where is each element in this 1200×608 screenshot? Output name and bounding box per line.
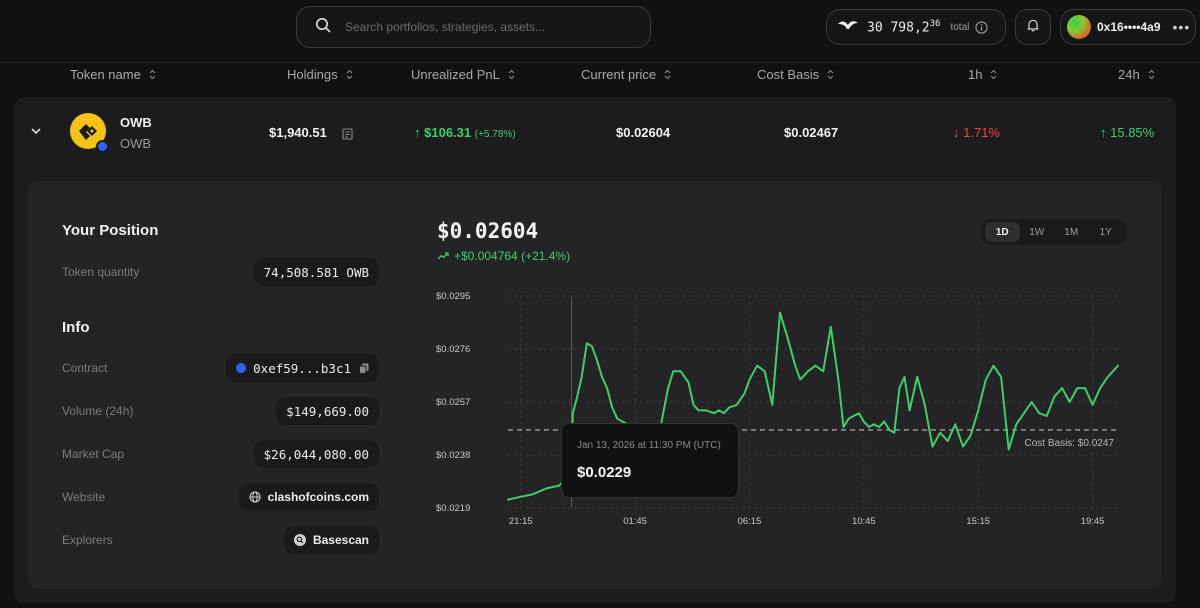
- pnl-percent: (+5.78%): [474, 129, 516, 140]
- market-cap-value: $26,044,080.00: [253, 440, 379, 468]
- y-tick-label: $0.0276: [436, 344, 470, 355]
- sort-icon: [664, 69, 671, 80]
- search-bar[interactable]: [296, 6, 651, 48]
- x-tick-label: 19:45: [1081, 516, 1105, 527]
- change-24h-value: 15.85%: [1110, 125, 1155, 140]
- bell-icon: [1026, 18, 1040, 37]
- sort-icon: [827, 69, 834, 80]
- pnl-value: $106.31: [424, 125, 472, 140]
- sort-icon: [508, 69, 515, 80]
- tab-1d[interactable]: 1D: [985, 222, 1020, 242]
- header-divider: [0, 62, 1200, 63]
- sort-icon: [990, 69, 997, 80]
- sort-icon: [346, 69, 353, 80]
- cost-basis-label: Cost Basis: $0.0247: [1025, 438, 1115, 449]
- trend-up-icon: [437, 252, 449, 260]
- tooltip-price: $0.0229: [577, 464, 632, 481]
- contract-label: Contract: [62, 361, 108, 375]
- sort-icon: [149, 69, 156, 80]
- time-range-tabs: 1D 1W 1M 1Y: [981, 219, 1127, 245]
- token-name: OWB: [120, 115, 152, 130]
- col-header-pnl[interactable]: Unrealized PnL: [411, 67, 515, 82]
- search-circle-icon: [293, 534, 306, 546]
- top-bar: 30 798,236 total 0x16••••4a9 •••: [0, 0, 1200, 60]
- col-header-24h[interactable]: 24h: [1118, 67, 1155, 82]
- col-header-holdings[interactable]: Holdings: [287, 67, 353, 82]
- avatar: [1067, 15, 1091, 39]
- y-tick-label: $0.0219: [436, 503, 470, 514]
- tab-1w[interactable]: 1W: [1020, 222, 1055, 242]
- notifications-button[interactable]: [1015, 9, 1051, 45]
- total-label: total: [950, 21, 970, 33]
- total-value: 30 798,236: [867, 18, 941, 36]
- contract-pill[interactable]: 0xef59...b3c1: [226, 354, 379, 382]
- token-symbol: OWB: [120, 136, 152, 151]
- info-title: Info: [62, 319, 90, 336]
- more-icon[interactable]: •••: [1173, 19, 1191, 35]
- arrow-up-icon: ↑: [1100, 125, 1107, 140]
- base-chain-icon: [236, 363, 247, 373]
- y-tick-label: $0.0257: [436, 397, 470, 408]
- globe-icon: [249, 491, 261, 503]
- explorers-label: Explorers: [62, 533, 113, 547]
- position-title: Your Position: [62, 222, 159, 239]
- x-tick-label: 10:45: [852, 516, 876, 527]
- wallet-button[interactable]: 0x16••••4a9 •••: [1060, 9, 1196, 45]
- token-quantity-value: 74,508.581 OWB: [253, 258, 379, 286]
- price-change: +$0.004764 (+21.4%): [437, 249, 570, 263]
- website-link[interactable]: clashofcoins.com: [238, 483, 379, 511]
- col-header-1h[interactable]: 1h: [968, 67, 997, 82]
- chart-tooltip: Jan 13, 2026 at 11:30 PM (UTC) $0.0229: [561, 423, 739, 498]
- market-cap-label: Market Cap: [62, 447, 125, 461]
- tooltip-date: Jan 13, 2026 at 11:30 PM (UTC): [577, 440, 721, 451]
- col-header-token-name[interactable]: Token name: [70, 67, 156, 82]
- price-headline: $0.02604: [437, 219, 539, 243]
- receipt-icon[interactable]: [342, 127, 353, 145]
- x-tick-label: 06:15: [738, 516, 762, 527]
- change-24h-cell: ↑ 15.85%: [1100, 125, 1154, 140]
- copy-icon[interactable]: [359, 363, 369, 374]
- volume-label: Volume (24h): [62, 404, 134, 418]
- y-tick-label: $0.0295: [436, 291, 470, 302]
- x-tick-label: 01:45: [623, 516, 647, 527]
- cost-basis-value: $0.02467: [784, 125, 839, 140]
- price-chart[interactable]: $0.0295 $0.0276 $0.0257 $0.0238 $0.0219 21:15…: [430, 288, 1130, 528]
- current-price-value: $0.02604: [616, 125, 671, 140]
- y-tick-label: $0.0238: [436, 450, 470, 461]
- wing-logo-icon: [837, 18, 859, 36]
- website-label: Website: [62, 490, 106, 504]
- pnl-cell: ↑ $106.31 (+5.78%): [414, 125, 516, 140]
- website-value: clashofcoins.com: [267, 490, 369, 504]
- search-input[interactable]: [345, 20, 625, 34]
- sort-icon: [1148, 69, 1155, 80]
- col-header-current-price[interactable]: Current price: [581, 67, 671, 82]
- search-icon: [315, 17, 331, 38]
- x-tick-label: 21:15: [509, 516, 533, 527]
- tab-1m[interactable]: 1M: [1054, 222, 1089, 242]
- x-tick-label: 15:15: [966, 516, 990, 527]
- explorer-value: Basescan: [312, 533, 369, 547]
- col-header-cost-basis[interactable]: Cost Basis: [757, 67, 834, 82]
- info-icon[interactable]: [975, 20, 989, 34]
- change-1h-cell: ↓ 1.71%: [953, 125, 1000, 140]
- arrow-up-icon: ↑: [414, 125, 421, 140]
- arrow-down-icon: ↓: [953, 125, 960, 140]
- tab-1y[interactable]: 1Y: [1089, 222, 1124, 242]
- explorer-link[interactable]: Basescan: [283, 526, 379, 554]
- wallet-address: 0x16••••4a9: [1097, 20, 1161, 34]
- chevron-down-icon[interactable]: [30, 124, 42, 142]
- holdings-value: $1,940.51: [269, 125, 327, 140]
- token-quantity-label: Token quantity: [62, 265, 140, 279]
- contract-value: 0xef59...b3c1: [253, 360, 351, 376]
- volume-value: $149,669.00: [276, 397, 379, 425]
- change-1h-value: 1.71%: [963, 125, 1000, 140]
- base-chain-icon: [96, 140, 109, 153]
- price-change-value: +$0.004764 (+21.4%): [454, 249, 571, 263]
- portfolio-total-pill[interactable]: 30 798,236 total: [826, 9, 1006, 45]
